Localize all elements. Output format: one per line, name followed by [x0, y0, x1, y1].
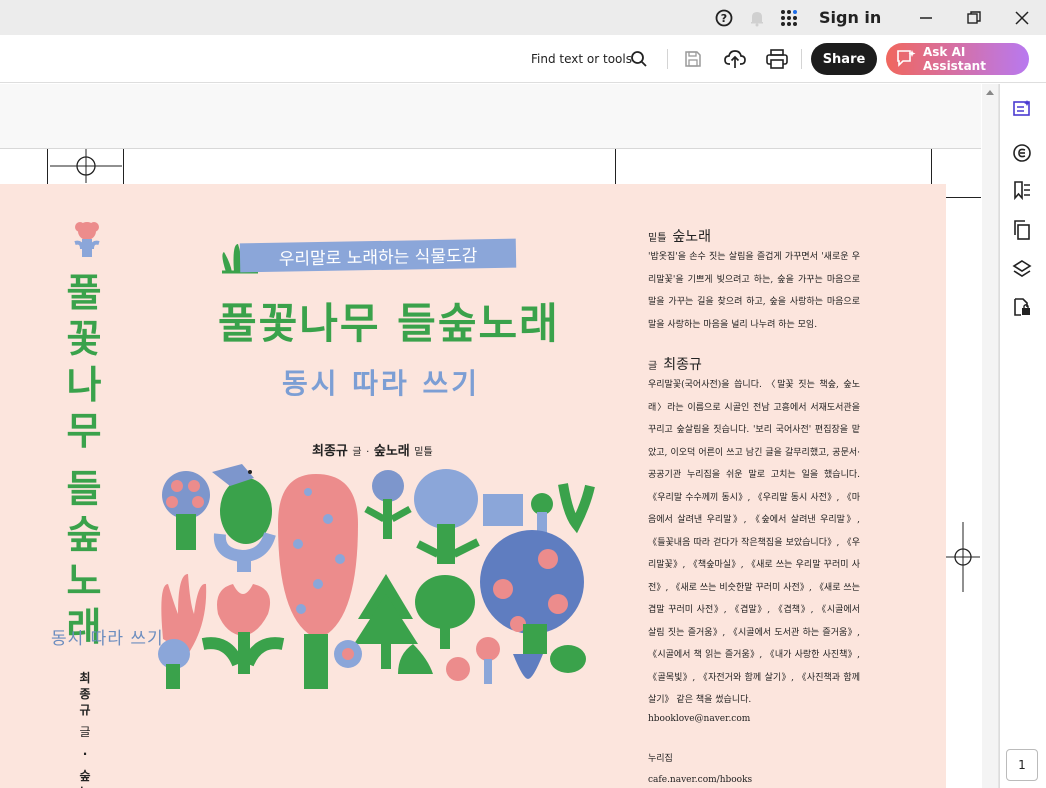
- vertical-scrollbar[interactable]: [982, 84, 999, 788]
- registration-mark-icon: [50, 149, 122, 183]
- comment-edit-icon[interactable]: [1012, 99, 1032, 119]
- bell-icon[interactable]: [748, 9, 766, 27]
- section-name: 숲노래: [672, 229, 712, 245]
- export-pdf-icon[interactable]: [1012, 143, 1032, 163]
- spine-subtitle: 동시 따라 쓰기: [51, 629, 164, 649]
- toolbar-divider: [667, 49, 668, 69]
- spine-author-char: 최: [79, 671, 91, 685]
- section-text-author: 우리말꽃(국어사전)을 씁니다. 〈말꽃 짓는 책숲, 숲노래〉라는 이름으로 …: [648, 380, 860, 705]
- crop-mark: [931, 149, 932, 189]
- website-url: cafe.naver.com/hbooks: [648, 775, 753, 785]
- sign-in-button[interactable]: Sign in: [819, 8, 881, 27]
- ask-ai-assistant-button[interactable]: Ask AI Assistant: [886, 43, 1029, 75]
- plant-illustrations: [158, 464, 595, 689]
- restore-icon[interactable]: [965, 9, 983, 27]
- ai-assistant-icon: [896, 49, 916, 70]
- bookmark-list-icon[interactable]: [1012, 180, 1032, 201]
- author-org: 숲노래: [373, 444, 410, 459]
- author-org-role: 밑틀: [414, 447, 433, 458]
- spine-author-char: 노: [78, 784, 92, 788]
- author-name: 최종규: [312, 444, 348, 459]
- print-icon[interactable]: [766, 49, 788, 69]
- close-icon[interactable]: [1013, 9, 1031, 27]
- spine-author-char: 글: [79, 725, 91, 739]
- spine-title-char: 나: [66, 363, 102, 407]
- book-authors: 최종규 글 · 숲노래 밑틀: [312, 440, 433, 459]
- spine-author-char: 규: [79, 703, 91, 717]
- main-toolbar: Find text or tools Share Ask AI Assistan…: [0, 35, 1046, 83]
- cloud-upload-icon[interactable]: [724, 49, 746, 69]
- scroll-up-arrow-icon[interactable]: [986, 90, 994, 95]
- spine-title: 풀 꽃 나 무 들 숲 노 래: [62, 270, 106, 650]
- save-icon[interactable]: [684, 50, 702, 68]
- spine-author: 최 종 규 글 · 숲 노 래: [78, 670, 92, 788]
- book-subtitle: 동시 따라 쓰기: [282, 367, 481, 400]
- share-button[interactable]: Share: [811, 43, 877, 75]
- spine-flower-illustration: [70, 219, 104, 259]
- protect-document-icon[interactable]: [1012, 297, 1032, 317]
- book-title: 풀꽃나무 들숲노래: [218, 299, 560, 348]
- pages-icon[interactable]: [1012, 220, 1032, 240]
- banner-tagline: 우리말로 노래하는 식물도감: [239, 238, 517, 273]
- help-icon[interactable]: ?: [715, 9, 733, 27]
- minimize-icon[interactable]: [917, 9, 935, 27]
- crop-mark: [123, 149, 124, 189]
- ask-ai-assistant-label: Ask AI Assistant: [923, 45, 986, 73]
- spine-title-char: 숲: [66, 513, 102, 557]
- crop-mark: [47, 149, 48, 189]
- crop-mark: [945, 197, 981, 198]
- apps-grid-icon[interactable]: [780, 9, 798, 27]
- section-label: 글: [648, 361, 658, 372]
- registration-mark-icon: [946, 522, 980, 592]
- spine-title-char: 꽃: [66, 317, 102, 361]
- spine-author-char: 종: [79, 687, 91, 701]
- layers-icon[interactable]: [1012, 259, 1032, 279]
- spine-title-char: 풀: [66, 271, 102, 315]
- svg-text:?: ?: [721, 12, 727, 25]
- spine-author-char: ·: [82, 747, 88, 761]
- section-label: 밑틀: [648, 233, 667, 244]
- author-role: 글: [352, 447, 362, 458]
- crop-mark: [615, 149, 616, 189]
- page-number-indicator[interactable]: 1: [1006, 749, 1038, 781]
- find-text-or-tools-button[interactable]: Find text or tools: [531, 52, 632, 66]
- author-email: hbooklove@naver.com: [648, 714, 751, 724]
- toolbar-divider: [801, 49, 802, 69]
- section-name: 최종규: [663, 357, 702, 373]
- section-heading-mitteul: 밑틀 숲노래: [648, 226, 711, 246]
- spine-title-char: 무: [66, 409, 102, 453]
- book-cover-page: 풀 꽃 나 무 들 숲 노 래 동시 따라 쓰기 최 종 규 글 · 숲 노 래…: [0, 184, 946, 788]
- section-text-mitteul: '밥옷집'을 손수 짓는 살림을 즐겁게 가꾸면서 '새로운 우리말꽃'을 기쁘…: [648, 252, 860, 330]
- section-heading-author: 글 최종규: [648, 354, 702, 374]
- spine-author-char: 숲: [79, 769, 91, 783]
- search-icon[interactable]: [630, 50, 648, 68]
- website-label: 누리집: [648, 754, 673, 764]
- title-bar: ? Sign in: [0, 0, 1046, 35]
- spine-title-char: 노: [66, 559, 102, 603]
- author-separator: ·: [366, 447, 370, 458]
- spine-title-char: 들: [66, 467, 102, 511]
